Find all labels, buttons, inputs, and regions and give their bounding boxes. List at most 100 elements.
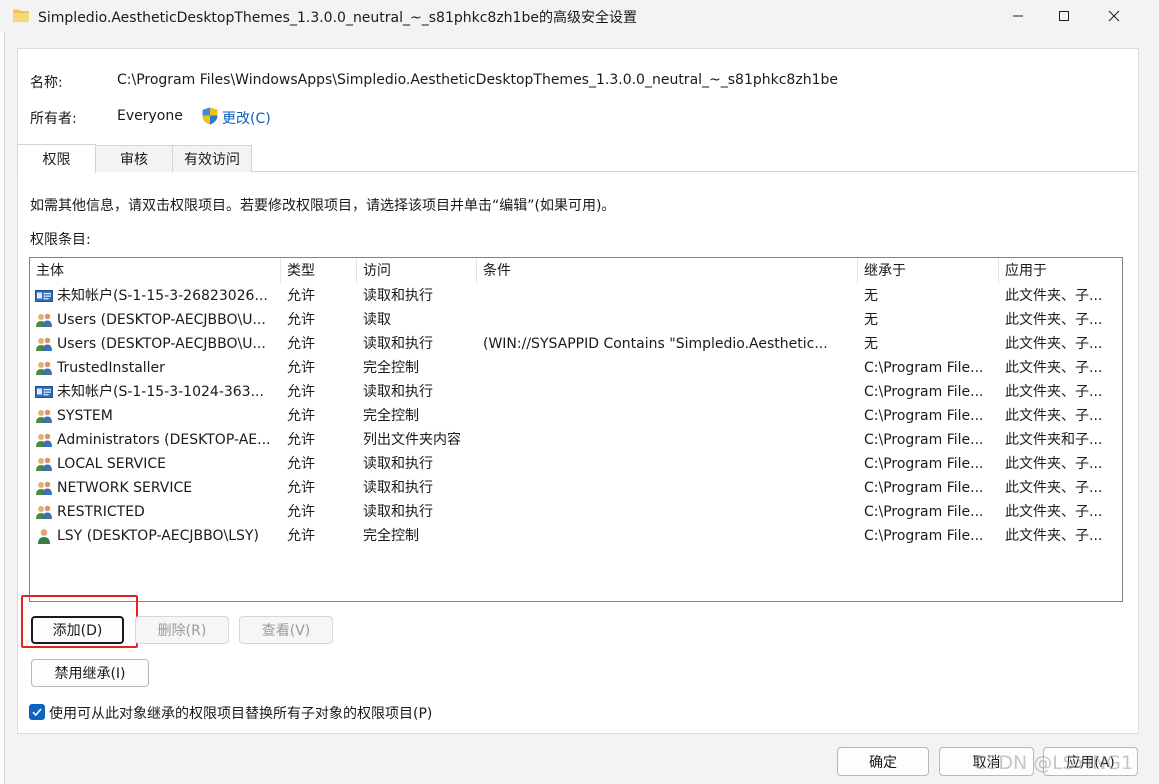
- type-cell: 允许: [287, 288, 315, 304]
- remove-button[interactable]: 删除(R): [135, 616, 229, 644]
- type-cell: 允许: [287, 456, 315, 472]
- type-cell: 允许: [287, 480, 315, 496]
- applies-to-cell: 此文件夹、子...: [1005, 504, 1103, 520]
- applies-to-cell: 此文件夹、子...: [1005, 384, 1103, 400]
- unknown-account-icon: [35, 384, 53, 400]
- access-cell: 读取和执行: [363, 504, 433, 520]
- principal-cell: Users (DESKTOP-AECJBBO\U...: [57, 312, 266, 328]
- inherited-from-cell: 无: [864, 336, 878, 352]
- table-row[interactable]: LSY (DESKTOP-AECJBBO\LSY) 允许 完全控制 C:\Progra…: [30, 524, 1122, 548]
- table-row[interactable]: 未知帐户(S-1-15-3-26823026... 允许 读取和执行 无 此文件夹、子.…: [30, 284, 1122, 308]
- name-value: C:\Program Files\WindowsApps\Simpledio.A…: [117, 72, 838, 88]
- column-header-principal[interactable]: 主体: [30, 258, 281, 284]
- users-group-icon: [35, 312, 53, 328]
- access-cell: 列出文件夹内容: [363, 432, 461, 448]
- window-title: Simpledio.AestheticDesktopThemes_1.3.0.0…: [38, 10, 637, 26]
- column-header-access[interactable]: 访问: [357, 258, 477, 284]
- owner-value: Everyone: [117, 108, 183, 124]
- table-row[interactable]: LOCAL SERVICE 允许 读取和执行 C:\Program File... 此文…: [30, 452, 1122, 476]
- applies-to-cell: 此文件夹、子...: [1005, 360, 1103, 376]
- inherited-from-cell: C:\Program File...: [864, 384, 984, 400]
- column-header-condition[interactable]: 条件: [477, 258, 858, 284]
- title-bar: Simpledio.AestheticDesktopThemes_1.3.0.0…: [0, 0, 1159, 32]
- close-button[interactable]: [1091, 0, 1137, 32]
- table-row[interactable]: NETWORK SERVICE 允许 读取和执行 C:\Program File...…: [30, 476, 1122, 500]
- access-cell: 读取和执行: [363, 480, 433, 496]
- principal-cell: RESTRICTED: [57, 504, 145, 520]
- inherited-from-cell: C:\Program File...: [864, 456, 984, 472]
- replace-child-permissions-label[interactable]: 使用可从此对象继承的权限项目替换所有子对象的权限项目(P): [49, 703, 432, 723]
- principal-cell: 未知帐户(S-1-15-3-1024-363...: [57, 384, 264, 400]
- table-row[interactable]: 未知帐户(S-1-15-3-1024-363... 允许 读取和执行 C:\Progr…: [30, 380, 1122, 404]
- column-header-type[interactable]: 类型: [281, 258, 357, 284]
- name-label: 名称:: [30, 75, 63, 91]
- minimize-button[interactable]: [995, 0, 1041, 32]
- add-button[interactable]: 添加(D): [31, 616, 124, 644]
- replace-child-permissions-checkbox[interactable]: [29, 704, 45, 720]
- users-group-icon: [35, 504, 53, 520]
- folder-icon: [13, 9, 29, 22]
- condition-cell: [483, 452, 853, 476]
- tab-effective-access[interactable]: 有效访问: [172, 145, 252, 172]
- principal-cell: LOCAL SERVICE: [57, 456, 166, 472]
- condition-cell: [483, 500, 853, 524]
- principal-cell: TrustedInstaller: [57, 360, 165, 376]
- background-window-edge: [0, 32, 5, 784]
- condition-cell: (WIN://SYSAPPID Contains "Simpledio.Aest…: [483, 336, 828, 352]
- owner-label: 所有者:: [30, 111, 77, 127]
- applies-to-cell: 此文件夹、子...: [1005, 336, 1103, 352]
- column-header-applies-to[interactable]: 应用于: [999, 258, 1122, 284]
- table-row[interactable]: TrustedInstaller 允许 完全控制 C:\Program File...…: [30, 356, 1122, 380]
- users-group-icon: [35, 360, 53, 376]
- hint-text: 如需其他信息，请双击权限项目。若要修改权限项目，请选择该项目并单击“编辑”(如果…: [30, 198, 616, 214]
- condition-cell: [483, 428, 853, 452]
- watermark: CSDN @LSYING1: [973, 752, 1134, 774]
- users-group-icon: [35, 456, 53, 472]
- condition-cell: [483, 284, 853, 308]
- principal-cell: 未知帐户(S-1-15-3-26823026...: [57, 288, 268, 304]
- maximize-button[interactable]: [1041, 0, 1087, 32]
- table-row[interactable]: Users (DESKTOP-AECJBBO\U... 允许 读取 无 此文件夹、子..…: [30, 308, 1122, 332]
- single-user-icon: [35, 528, 53, 544]
- ok-button[interactable]: 确定: [837, 747, 929, 776]
- principal-cell: LSY (DESKTOP-AECJBBO\LSY): [57, 528, 259, 544]
- inherited-from-cell: C:\Program File...: [864, 432, 984, 448]
- inherited-from-cell: C:\Program File...: [864, 480, 984, 496]
- tab-auditing[interactable]: 审核: [94, 145, 174, 172]
- table-row[interactable]: Administrators (DESKTOP-AE... 允许 列出文件夹内容 C:…: [30, 428, 1122, 452]
- condition-cell: [483, 308, 853, 332]
- applies-to-cell: 此文件夹、子...: [1005, 312, 1103, 328]
- users-group-icon: [35, 408, 53, 424]
- inherited-from-cell: 无: [864, 288, 878, 304]
- access-cell: 读取和执行: [363, 288, 433, 304]
- inherited-from-cell: C:\Program File...: [864, 504, 984, 520]
- type-cell: 允许: [287, 336, 315, 352]
- access-cell: 读取和执行: [363, 336, 433, 352]
- condition-cell: [483, 476, 853, 500]
- inherited-from-cell: C:\Program File...: [864, 528, 984, 544]
- change-owner-link[interactable]: 更改(C): [222, 108, 271, 128]
- type-cell: 允许: [287, 528, 315, 544]
- permission-entries-list[interactable]: 主体 类型 访问 条件 继承于 应用于 未知帐户(S-1-15-3-268230…: [29, 257, 1123, 602]
- tab-permissions[interactable]: 权限: [17, 144, 96, 173]
- applies-to-cell: 此文件夹、子...: [1005, 456, 1103, 472]
- checkmark-icon: [32, 708, 42, 717]
- inherited-from-cell: C:\Program File...: [864, 360, 984, 376]
- table-row[interactable]: Users (DESKTOP-AECJBBO\U... 允许 读取和执行 (WIN:/…: [30, 332, 1122, 356]
- principal-cell: Administrators (DESKTOP-AE...: [57, 432, 271, 448]
- uac-shield-icon: [202, 107, 218, 125]
- column-header-inherited-from[interactable]: 继承于: [858, 258, 999, 284]
- type-cell: 允许: [287, 432, 315, 448]
- type-cell: 允许: [287, 360, 315, 376]
- entries-label: 权限条目:: [30, 232, 91, 248]
- users-group-icon: [35, 432, 53, 448]
- principal-cell: Users (DESKTOP-AECJBBO\U...: [57, 336, 266, 352]
- users-group-icon: [35, 336, 53, 352]
- table-row[interactable]: SYSTEM 允许 完全控制 C:\Program File... 此文件夹、子...: [30, 404, 1122, 428]
- minimize-icon: [1013, 15, 1023, 17]
- principal-cell: SYSTEM: [57, 408, 113, 424]
- disable-inheritance-button[interactable]: 禁用继承(I): [31, 659, 149, 687]
- access-cell: 完全控制: [363, 528, 419, 544]
- table-row[interactable]: RESTRICTED 允许 读取和执行 C:\Program File... 此文件夹、…: [30, 500, 1122, 524]
- view-button[interactable]: 查看(V): [239, 616, 333, 644]
